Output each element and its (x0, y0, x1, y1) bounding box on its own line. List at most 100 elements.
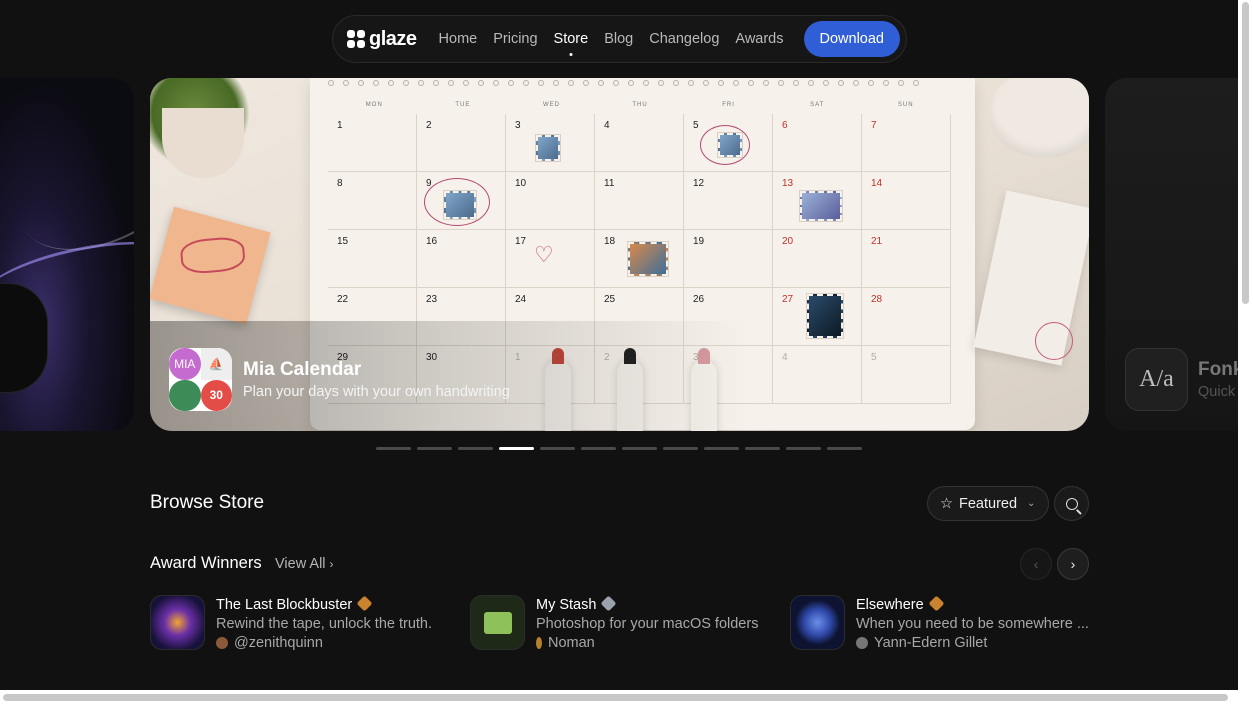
sort-label: Featured (959, 495, 1018, 512)
carousel-next-card[interactable]: A/a Fonk Quick (1105, 78, 1253, 431)
glaze-logo[interactable]: glaze (347, 28, 417, 51)
weekday-label: FRI (722, 102, 735, 108)
glaze-logo-icon (347, 30, 365, 48)
avatar (856, 637, 868, 649)
heart-doodle: ♡ (534, 242, 554, 267)
calendar-day: 16 (417, 230, 506, 288)
pagination-dot[interactable] (704, 447, 739, 450)
calendar-day: 6 (773, 114, 862, 172)
next-app-tagline: Quick (1198, 384, 1236, 400)
pagination-dot[interactable] (786, 447, 821, 450)
featured-app-name: Mia Calendar (243, 359, 362, 380)
next-app-name: Fonk (1198, 359, 1244, 380)
mia-calendar-app-icon: MIA ⛵ 30 (169, 348, 232, 411)
calendar-day: 14 (862, 172, 951, 230)
weekday-label: THU (632, 102, 648, 108)
calendar-day: 28 (862, 288, 951, 346)
photo-stamp (535, 134, 561, 162)
weekday-label: MON (365, 102, 383, 108)
nav-link-changelog[interactable]: Changelog (649, 31, 719, 47)
chevron-down-icon: ⌄ (1027, 498, 1036, 509)
pagination-dot[interactable] (376, 447, 411, 450)
app-author: @zenithquinn (234, 635, 323, 651)
sticky-note-decor (150, 206, 271, 325)
chevron-right-icon: › (329, 557, 334, 571)
calendar-day: 5 (862, 346, 951, 404)
calendar-day: 1 (328, 114, 417, 172)
avatar (216, 637, 228, 649)
app-title: The Last Blockbuster (216, 597, 353, 613)
scroll-right-button[interactable]: › (1057, 548, 1089, 580)
pagination-dot[interactable] (622, 447, 657, 450)
weekday-label: SAT (810, 102, 825, 108)
calendar-day: 4 (773, 346, 862, 404)
award-winners-heading: Award Winners (150, 554, 262, 572)
carousel-featured-card[interactable]: MON TUE WED THU FRI SAT SUN 1 2 3 4 5 6 7 8 9 10 11 12 13 1… (150, 78, 1089, 431)
search-button[interactable] (1054, 486, 1089, 521)
calendar-day: 11 (595, 172, 684, 230)
carousel-prev-card[interactable] (0, 78, 134, 431)
pagination-dot[interactable] (458, 447, 493, 450)
app-description: Photoshop for your macOS folders (536, 616, 759, 632)
carousel-pagination (376, 447, 862, 450)
calendar-day: 12 (684, 172, 773, 230)
list-item[interactable]: The Last Blockbuster Rewind the tape, un… (150, 595, 432, 651)
weekday-label: SUN (897, 102, 914, 108)
list-item[interactable]: Elsewhere When you need to be somewhere … (790, 595, 1089, 651)
app-author: Yann-Edern Gillet (874, 635, 988, 651)
calendar-day: 7 (862, 114, 951, 172)
horizontal-scrollbar[interactable] (0, 690, 1253, 705)
nav-link-pricing[interactable]: Pricing (493, 31, 537, 47)
award-badge-icon (928, 595, 945, 612)
fonk-app-icon: A/a (1125, 348, 1188, 411)
app-description: When you need to be somewhere ... (856, 616, 1089, 632)
vertical-scrollbar[interactable] (1238, 0, 1253, 705)
calendar-day: 2 (417, 114, 506, 172)
paperclip-dish-decor (989, 78, 1089, 158)
photo-stamp (806, 293, 844, 339)
calendar-day: 10 (506, 172, 595, 230)
weekday-label: WED (542, 102, 560, 108)
logo-text: glaze (369, 27, 417, 50)
chevron-left-icon: ‹ (1033, 556, 1039, 572)
pagination-dot[interactable] (663, 447, 698, 450)
app-icon (150, 595, 205, 650)
calendar-day: 20 (773, 230, 862, 288)
browse-store-heading: Browse Store (150, 492, 265, 513)
featured-app-tagline: Plan your days with your own handwriting (243, 384, 510, 400)
pagination-dot[interactable] (745, 447, 780, 450)
pagination-dot[interactable] (827, 447, 862, 450)
calendar-weekdays: MON TUE WED THU FRI SAT SUN (330, 102, 950, 108)
nav-link-home[interactable]: Home (439, 31, 478, 47)
app-icon (790, 595, 845, 650)
calendar-day: 21 (862, 230, 951, 288)
sort-dropdown[interactable]: ☆ Featured ⌄ (927, 486, 1049, 521)
photo-stamp (443, 190, 477, 220)
pagination-dot[interactable] (581, 447, 616, 450)
list-item[interactable]: My Stash Photoshop for your macOS folder… (470, 595, 758, 651)
calendar-day: 8 (328, 172, 417, 230)
photo-stamp (799, 190, 843, 222)
smiley-doodle (1035, 322, 1073, 360)
award-badge-icon (356, 595, 373, 612)
app-title: My Stash (536, 597, 597, 613)
prev-app-icon (0, 283, 48, 393)
nav-link-awards[interactable]: Awards (735, 31, 783, 47)
app-author: Noman (548, 635, 595, 651)
app-title: Elsewhere (856, 597, 924, 613)
pagination-dot[interactable] (417, 447, 452, 450)
calendar-day: 4 (595, 114, 684, 172)
photo-stamp (717, 132, 743, 158)
top-nav: glaze Home Pricing Store Blog Changelog … (332, 15, 907, 63)
pagination-dot[interactable] (499, 447, 534, 450)
award-badge-icon (600, 595, 617, 612)
scroll-left-button[interactable]: ‹ (1020, 548, 1052, 580)
pagination-dot[interactable] (540, 447, 575, 450)
download-button[interactable]: Download (803, 21, 900, 57)
star-icon: ☆ (940, 495, 953, 512)
app-icon (470, 595, 525, 650)
nav-link-blog[interactable]: Blog (604, 31, 633, 47)
view-all-link[interactable]: View All › (275, 556, 334, 572)
avatar (536, 637, 542, 649)
nav-link-store[interactable]: Store (554, 31, 589, 47)
